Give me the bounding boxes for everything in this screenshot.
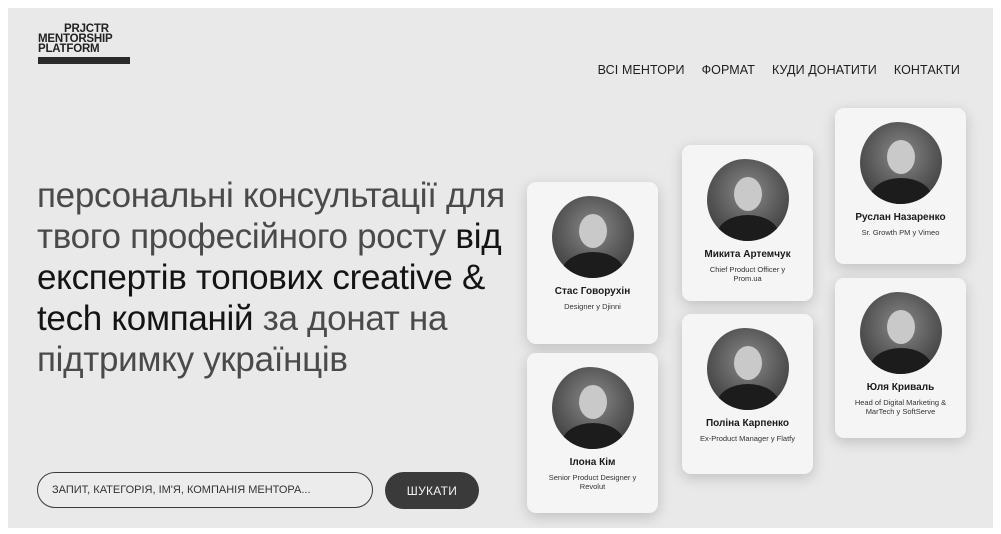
mentor-card[interactable]: Микита Артемчук Chief Product Officer у …: [682, 145, 813, 301]
mentor-name: Юля Криваль: [866, 382, 935, 393]
nav-contacts[interactable]: КОНТАКТИ: [894, 63, 960, 77]
mentor-role: Designer у Djinni: [564, 302, 621, 311]
mentor-avatar: [706, 159, 789, 241]
mentor-name: Руслан Назаренко: [855, 212, 946, 223]
mentor-role: Head of Digital Marketing & MarTech у So…: [854, 398, 947, 416]
landing-page: PRJCTR MENTORSHIP PLATFORM ВСІ МЕНТОРИ Ф…: [8, 8, 993, 528]
nav-all-mentors[interactable]: ВСІ МЕНТОРИ: [598, 63, 685, 77]
mentor-role: Senior Product Designer у Revolut: [548, 473, 637, 491]
mentor-name: Стас Говорухін: [554, 286, 631, 297]
hero-headline: персональні консультації для твого профе…: [37, 175, 537, 380]
mentor-card[interactable]: Поліна Карпенко Ex-Product Manager у Fla…: [682, 314, 813, 474]
mentor-name: Поліна Карпенко: [705, 418, 790, 429]
mentor-name: Микита Артемчук: [704, 249, 791, 260]
mentor-role: Ex-Product Manager у Flatfy: [699, 434, 796, 443]
mentor-role: Chief Product Officer у Prom.ua: [709, 265, 786, 283]
mentor-avatar: [859, 122, 942, 204]
hero-text-part: персональні консультації для твого профе…: [37, 176, 505, 256]
mentor-role: Sr. Growth PM у Vimeo: [861, 228, 940, 237]
nav-format[interactable]: ФОРМАТ: [702, 63, 755, 77]
mentor-card[interactable]: Юля Криваль Head of Digital Marketing & …: [835, 278, 966, 438]
mentor-avatar: [551, 196, 634, 278]
mentor-avatar: [859, 292, 942, 374]
mentor-avatar: [551, 367, 634, 449]
search-input[interactable]: [37, 472, 373, 508]
mentor-avatar: [706, 328, 789, 410]
search-button[interactable]: ШУКАТИ: [385, 472, 479, 509]
nav-donate[interactable]: КУДИ ДОНАТИТИ: [772, 63, 877, 77]
mentor-name: Ілона Кім: [569, 457, 616, 468]
logo-line: PLATFORM: [38, 43, 100, 55]
main-nav: ВСІ МЕНТОРИ ФОРМАТ КУДИ ДОНАТИТИ КОНТАКТ…: [598, 63, 960, 77]
mentor-card[interactable]: Стас Говорухін Designer у Djinni: [527, 182, 658, 344]
mentor-card[interactable]: Ілона Кім Senior Product Designer у Revo…: [527, 353, 658, 513]
mentor-card[interactable]: Руслан Назаренко Sr. Growth PM у Vimeo: [835, 108, 966, 264]
logo[interactable]: PRJCTR MENTORSHIP PLATFORM: [38, 23, 138, 64]
logo-bar: [38, 57, 130, 64]
